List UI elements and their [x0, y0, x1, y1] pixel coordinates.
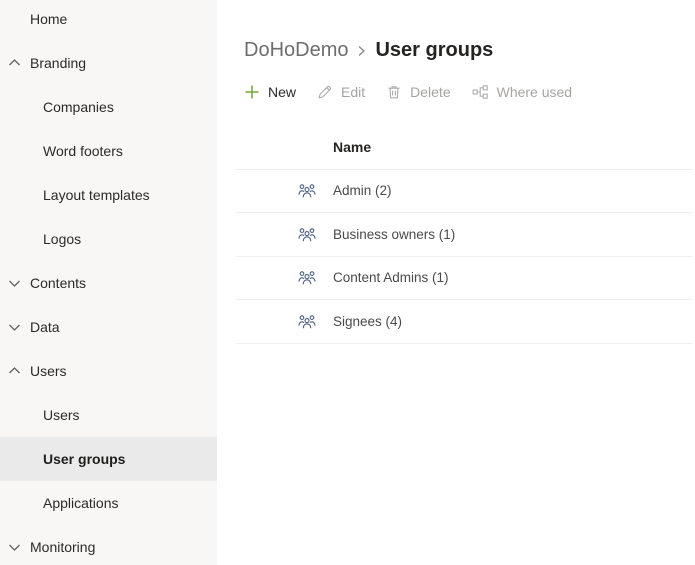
trash-icon [386, 84, 402, 100]
sidebar-item-logos[interactable]: Logos [0, 217, 217, 261]
user-groups-table: Name Admin (2) [236, 126, 692, 344]
sidebar-item-applications[interactable]: Applications [0, 481, 217, 525]
user-group-icon [298, 225, 316, 243]
sidebar-item-branding[interactable]: Branding [0, 41, 217, 85]
app-window: Home Branding Companies Word footers Lay… [0, 0, 695, 565]
share-branch-icon [472, 84, 489, 100]
edit-button-label: Edit [341, 84, 365, 100]
chevron-up-icon [8, 366, 21, 377]
sidebar-item-label: Data [30, 319, 60, 335]
sidebar-nav: Home Branding Companies Word footers Lay… [0, 0, 217, 565]
sidebar-item-label: Monitoring [30, 539, 95, 555]
sidebar-item-companies[interactable]: Companies [0, 85, 217, 129]
chevron-up-icon [8, 58, 21, 69]
sidebar-item-label: Applications [43, 495, 119, 511]
sidebar-item-label: Contents [30, 275, 86, 291]
sidebar-item-home[interactable]: Home [0, 0, 217, 41]
sidebar-item-user-groups[interactable]: User groups [0, 437, 217, 481]
table-header-row: Name [236, 126, 692, 170]
pencil-icon [317, 84, 333, 100]
group-name: Content Admins (1) [333, 270, 449, 285]
sidebar-item-label: Users [43, 407, 80, 423]
user-group-icon [298, 269, 316, 287]
sidebar-item-label: Users [30, 363, 67, 379]
user-group-icon [298, 182, 316, 200]
where-used-button-label: Where used [497, 84, 572, 100]
toolbar: New Edit Delete Where used [244, 79, 695, 104]
delete-button[interactable]: Delete [386, 84, 450, 100]
table-row[interactable]: Signees (4) [236, 300, 692, 344]
column-header-name[interactable]: Name [333, 139, 371, 155]
group-name: Signees (4) [333, 314, 402, 329]
table-row[interactable]: Admin (2) [236, 170, 692, 214]
table-row[interactable]: Content Admins (1) [236, 257, 692, 301]
sidebar-item-users[interactable]: Users [0, 349, 217, 393]
group-name: Business owners (1) [333, 227, 455, 242]
where-used-button[interactable]: Where used [472, 84, 572, 100]
sidebar-item-label: User groups [43, 451, 125, 467]
user-group-icon [298, 312, 316, 330]
sidebar: Home Branding Companies Word footers Lay… [0, 0, 217, 565]
sidebar-item-label: Logos [43, 231, 81, 247]
sidebar-item-label: Word footers [43, 143, 123, 159]
sidebar-item-label: Branding [30, 55, 86, 71]
chevron-right-icon [357, 44, 366, 58]
sidebar-item-contents[interactable]: Contents [0, 261, 217, 305]
breadcrumb-parent-link[interactable]: DoHoDemo [244, 37, 348, 64]
delete-button-label: Delete [410, 84, 450, 100]
main-content: DoHoDemo User groups New Edit [217, 0, 695, 565]
sidebar-item-label: Companies [43, 99, 114, 115]
plus-icon [244, 84, 260, 100]
chevron-down-icon [8, 278, 21, 289]
edit-button[interactable]: Edit [317, 84, 365, 100]
new-button[interactable]: New [244, 84, 296, 100]
page-title: User groups [375, 37, 493, 64]
sidebar-item-label: Layout templates [43, 187, 150, 203]
table-row[interactable]: Business owners (1) [236, 213, 692, 257]
sidebar-item-monitoring[interactable]: Monitoring [0, 525, 217, 565]
group-name: Admin (2) [333, 183, 392, 198]
sidebar-item-label: Home [30, 11, 67, 27]
chevron-down-icon [8, 542, 21, 553]
sidebar-item-data[interactable]: Data [0, 305, 217, 349]
sidebar-item-layout-templates[interactable]: Layout templates [0, 173, 217, 217]
new-button-label: New [268, 84, 296, 100]
breadcrumb: DoHoDemo User groups [244, 37, 695, 64]
sidebar-item-users-sub[interactable]: Users [0, 393, 217, 437]
sidebar-item-word-footers[interactable]: Word footers [0, 129, 217, 173]
chevron-down-icon [8, 322, 21, 333]
